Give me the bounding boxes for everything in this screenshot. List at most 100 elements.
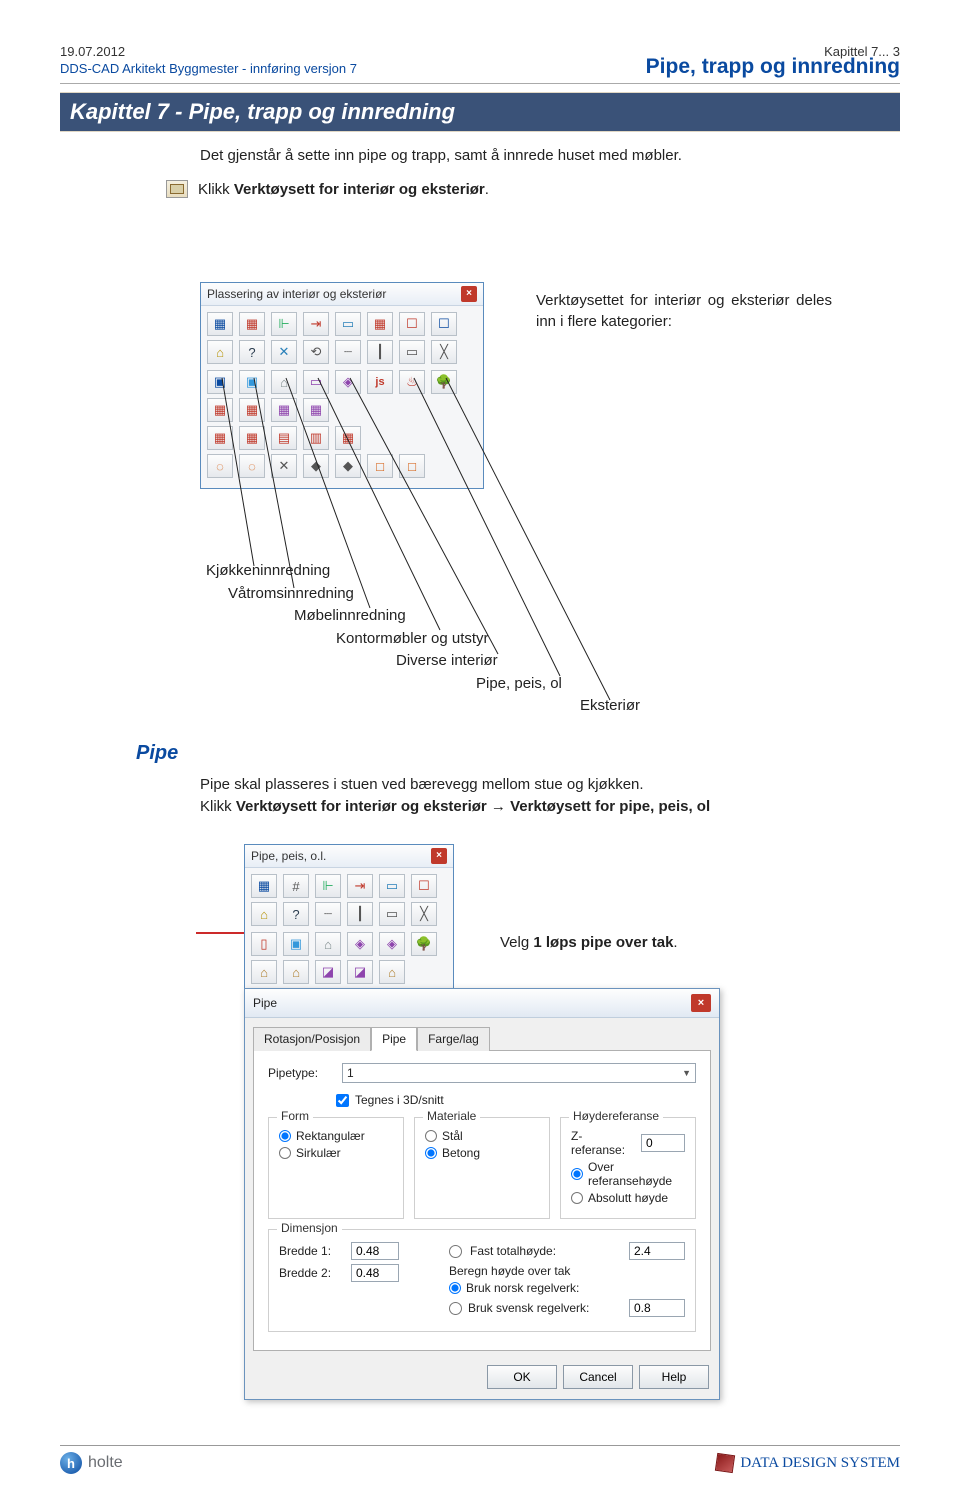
- grid-icon[interactable]: ▦: [239, 398, 265, 422]
- shape-icon[interactable]: ◆: [303, 454, 329, 478]
- category-exterior-icon[interactable]: 🌳: [431, 370, 457, 394]
- cancel-button[interactable]: Cancel: [563, 1365, 633, 1389]
- mat-stal-radio[interactable]: [425, 1130, 437, 1142]
- mat-betong-label: Betong: [442, 1146, 480, 1160]
- dialog-pipe: Pipe × Rotasjon/Posisjon Pipe Farge/lag …: [244, 988, 720, 1400]
- grid-icon[interactable]: ▤: [271, 426, 297, 450]
- tool-icon[interactable]: ⟲: [303, 340, 329, 364]
- velg-pre: Velg: [500, 934, 533, 951]
- category-kitchen-icon[interactable]: ▣: [207, 370, 233, 394]
- close-icon[interactable]: ×: [431, 848, 447, 864]
- grid-icon[interactable]: ▦: [271, 398, 297, 422]
- pipe-icon[interactable]: 🌳: [411, 932, 437, 956]
- pipe-icon[interactable]: ▣: [283, 932, 309, 956]
- tool-icon[interactable]: ⊩: [271, 312, 297, 336]
- tool-icon[interactable]: ▦: [251, 874, 277, 898]
- tool-icon[interactable]: ▭: [335, 312, 361, 336]
- tool-icon[interactable]: ▭: [379, 874, 405, 898]
- tool-icon[interactable]: ⇥: [347, 874, 373, 898]
- shape-icon[interactable]: ◌: [239, 454, 265, 478]
- mat-betong-radio[interactable]: [425, 1147, 437, 1159]
- tool-icon[interactable]: #: [283, 874, 309, 898]
- tool-icon[interactable]: ⊩: [315, 874, 341, 898]
- close-icon[interactable]: ×: [461, 286, 477, 302]
- grid-icon[interactable]: ▦: [207, 398, 233, 422]
- tool-icon[interactable]: ☐: [431, 312, 457, 336]
- tab-fargelag[interactable]: Farge/lag: [417, 1027, 490, 1051]
- fast-totalhoyde-input[interactable]: [629, 1242, 685, 1260]
- grid-icon[interactable]: ▦: [303, 398, 329, 422]
- category-bath-icon[interactable]: ▣: [239, 370, 265, 394]
- grid-icon[interactable]: ▦: [239, 426, 265, 450]
- pipe-line2-bold: Verktøysett for interiør og eksteriør → …: [236, 798, 710, 815]
- intro-paragraph-1: Det gjenstår å sette inn pipe og trapp, …: [200, 146, 900, 166]
- pipe-icon[interactable]: ◈: [379, 932, 405, 956]
- shape-icon[interactable]: ✕: [271, 454, 297, 478]
- close-icon[interactable]: ×: [691, 994, 711, 1012]
- category-office-icon[interactable]: ▭: [303, 370, 329, 394]
- form-rektangular-radio[interactable]: [279, 1130, 291, 1142]
- pipetype-label: Pipetype:: [268, 1066, 334, 1080]
- tool-icon[interactable]: ⌂: [207, 340, 233, 364]
- cat-bath: Våtromsinnredning: [228, 583, 640, 606]
- pipetype-select[interactable]: 1 ▼: [342, 1063, 696, 1083]
- shape-icon[interactable]: ◆: [335, 454, 361, 478]
- bredde2-input[interactable]: [351, 1264, 399, 1282]
- tool-icon[interactable]: ┃: [367, 340, 393, 364]
- pipe-icon[interactable]: ◪: [347, 960, 373, 984]
- velg-post: .: [673, 934, 677, 951]
- pipe-icon[interactable]: ⌂: [283, 960, 309, 984]
- pipe-icon[interactable]: ◈: [347, 932, 373, 956]
- shape-icon[interactable]: □: [367, 454, 393, 478]
- tool-icon[interactable]: ▭: [399, 340, 425, 364]
- abs-hoyde-radio[interactable]: [571, 1192, 583, 1204]
- tool-icon[interactable]: ╳: [431, 340, 457, 364]
- shape-icon[interactable]: ◌: [207, 454, 233, 478]
- pipe-icon[interactable]: ⌂: [251, 960, 277, 984]
- tool-icon[interactable]: ☐: [399, 312, 425, 336]
- tool-icon[interactable]: ⇥: [303, 312, 329, 336]
- grid-icon[interactable]: ▦: [335, 426, 361, 450]
- grid-icon[interactable]: ▦: [207, 426, 233, 450]
- tool-icon[interactable]: ⌂: [251, 902, 277, 926]
- ok-button[interactable]: OK: [487, 1365, 557, 1389]
- tegnes-3d-checkbox[interactable]: [336, 1094, 349, 1107]
- bredde1-input[interactable]: [351, 1242, 399, 1260]
- tool-icon[interactable]: ┈: [335, 340, 361, 364]
- tab-rotasjon[interactable]: Rotasjon/Posisjon: [253, 1027, 371, 1051]
- tool-icon[interactable]: ╳: [411, 902, 437, 926]
- cat-office: Kontormøbler og utstyr: [336, 628, 640, 651]
- tool-icon[interactable]: ▦: [207, 312, 233, 336]
- pipe-icon[interactable]: ⌂: [315, 932, 341, 956]
- form-sirkular-radio[interactable]: [279, 1147, 291, 1159]
- tool-icon[interactable]: ▦: [239, 312, 265, 336]
- category-misc-icon[interactable]: ◈: [335, 370, 361, 394]
- tool-icon[interactable]: ┈: [315, 902, 341, 926]
- fast-totalhoyde-radio[interactable]: [449, 1245, 462, 1258]
- over-ref-radio[interactable]: [571, 1168, 583, 1180]
- pipe-icon[interactable]: ◪: [315, 960, 341, 984]
- category-pipe-icon[interactable]: ♨: [399, 370, 425, 394]
- tool-icon[interactable]: ☐: [411, 874, 437, 898]
- tool-icon[interactable]: ▦: [367, 312, 393, 336]
- category-furniture-icon[interactable]: ⌂: [271, 370, 297, 394]
- tool-icon[interactable]: ┃: [347, 902, 373, 926]
- pipe-icon[interactable]: ⌂: [379, 960, 405, 984]
- grid-icon[interactable]: ▥: [303, 426, 329, 450]
- form-rektangular-label: Rektangulær: [296, 1129, 365, 1143]
- pipe-1lop-icon[interactable]: ▯: [251, 932, 277, 956]
- bredde1-label: Bredde 1:: [279, 1244, 343, 1258]
- category-js-icon[interactable]: js: [367, 370, 393, 394]
- tool-icon[interactable]: ?: [239, 340, 265, 364]
- tool-icon[interactable]: ?: [283, 902, 309, 926]
- bredde2-label: Bredde 2:: [279, 1266, 343, 1280]
- tool-icon[interactable]: ▭: [379, 902, 405, 926]
- zref-input[interactable]: [641, 1134, 685, 1152]
- svensk-regelverk-input[interactable]: [629, 1299, 685, 1317]
- shape-icon[interactable]: □: [399, 454, 425, 478]
- tab-pipe[interactable]: Pipe: [371, 1027, 417, 1051]
- tool-icon[interactable]: ✕: [271, 340, 297, 364]
- help-button[interactable]: Help: [639, 1365, 709, 1389]
- svensk-regelverk-radio[interactable]: [449, 1302, 462, 1315]
- norsk-regelverk-radio[interactable]: [449, 1282, 461, 1294]
